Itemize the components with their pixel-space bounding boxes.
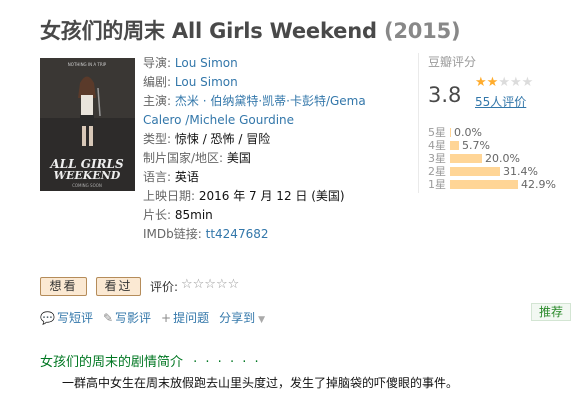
country-row: 制片国家/地区: 美国 [143, 149, 413, 168]
page-title: 女孩们的周末 All Girls Weekend (2015) [40, 15, 461, 45]
my-rating-stars[interactable]: ☆☆☆☆☆ [181, 277, 239, 292]
rating-label: 豆瓣评分 [428, 55, 477, 69]
poster-footer: COMING SOON [72, 183, 102, 188]
write-short-review-link[interactable]: 💬 写短评 [40, 309, 93, 326]
release-row: 上映日期: 2016 年 7 月 12 日 (美国) [143, 187, 413, 206]
cast-label: 主演: [143, 94, 172, 108]
share-link[interactable]: 分享到 ▼ [219, 309, 265, 326]
star-empty-icon: ★ [498, 75, 510, 90]
write-review-link[interactable]: ✎ 写影评 [103, 309, 151, 326]
comment-icon: 💬 [40, 311, 55, 325]
genre-row: 类型: 惊悚 / 恐怖 / 冒险 [143, 130, 413, 149]
synopsis-text: 一群高中女生在周末放假跑去山里头度过，发生了掉脑袋的吓傻眼的事件。 [62, 376, 459, 390]
rating-panel: 豆瓣评分 3.8 ★★★★★ 55人评价 5星 0.0% 4星 5.7% 3星 20.0%… [418, 53, 568, 193]
poster-tagline: NOTHING IN A TRIP [68, 62, 107, 67]
rating-bar-percent: 20.0% [485, 151, 520, 165]
rating-bar-fill [450, 153, 482, 163]
star-filled-icon: ★ [486, 75, 499, 90]
star-empty-icon: ★ [521, 75, 534, 90]
rating-bar-label: 1星 [428, 178, 446, 191]
star-empty-icon: ★ [509, 75, 522, 90]
share-label: 分享到 [219, 311, 256, 325]
cast-link[interactable]: 杰米 · 伯纳黛特·凯蒂·卡彭特/Gema [175, 94, 366, 108]
movie-info: 导演: Lou Simon 编剧: Lou Simon 主演: 杰米 · 伯纳黛… [143, 54, 413, 244]
watched-button[interactable]: 看过 [96, 277, 141, 296]
director-row: 导演: Lou Simon [143, 54, 413, 73]
movie-title: 女孩们的周末 All Girls Weekend [40, 19, 377, 43]
runtime-value: 85min [174, 208, 213, 222]
rating-bar-percent: 42.9% [521, 177, 556, 191]
rating-bar-fill [450, 179, 518, 189]
poster-title-line2: WEEKEND [54, 169, 121, 182]
director-label: 导演: [143, 56, 172, 70]
chevron-down-icon: ▼ [258, 315, 266, 325]
synopsis-dots: · · · · · · [193, 355, 261, 370]
movie-poster[interactable]: NOTHING IN A TRIP ALL GIRLS WEEKEND COMI… [40, 58, 135, 191]
rating-stars-icon: ★★★★★ [475, 75, 533, 90]
writer-row: 编剧: Lou Simon [143, 73, 413, 92]
synopsis-heading: 女孩们的周末的剧情简介 · · · · · · [40, 351, 261, 370]
runtime-row: 片长: 85min [143, 206, 413, 225]
rating-bar-fill [450, 127, 451, 137]
plus-icon: + [161, 311, 172, 325]
rating-bar-row: 1星 42.9% [428, 177, 556, 192]
genre-label: 类型: [143, 132, 172, 146]
cast-row-continued: Calero /Michele Gourdine [143, 111, 413, 130]
language-value: 英语 [174, 170, 199, 184]
country-value: 美国 [226, 151, 251, 165]
release-label: 上映日期: [143, 189, 196, 203]
cast-link-continued[interactable]: Calero /Michele Gourdine [143, 113, 294, 127]
my-rating-label: 评价: [150, 280, 179, 294]
language-label: 语言: [143, 170, 172, 184]
want-to-watch-button[interactable]: 想看 [40, 277, 87, 296]
release-value: 2016 年 7 月 12 日 (美国) [198, 189, 345, 203]
imdb-label: IMDb链接: [143, 227, 202, 241]
write-short-review-label: 写短评 [56, 311, 93, 325]
cast-row: 主演: 杰米 · 伯纳黛特·凯蒂·卡彭特/Gema [143, 92, 413, 111]
imdb-link[interactable]: tt4247682 [206, 227, 269, 241]
write-review-label: 写影评 [115, 311, 152, 325]
runtime-label: 片长: [143, 208, 172, 222]
synopsis-title: 女孩们的周末的剧情简介 [40, 355, 184, 370]
recommend-button[interactable]: 推荐 [531, 303, 571, 321]
country-label: 制片国家/地区: [143, 151, 224, 165]
star-filled-icon: ★ [475, 75, 487, 90]
rating-score: 3.8 [428, 83, 462, 107]
ask-question-label: 提问题 [173, 311, 210, 325]
rating-bar-fill [450, 166, 500, 176]
rating-distribution: 5星 0.0% 4星 5.7% 3星 20.0% 2星 31.4% 1星 42.9% [428, 125, 556, 192]
rating-bar-percent: 31.4% [503, 164, 538, 178]
writer-link[interactable]: Lou Simon [175, 75, 238, 89]
action-bar: 💬 写短评 ✎ 写影评 + 提问题 分享到 ▼ [40, 309, 265, 326]
writer-label: 编剧: [143, 75, 172, 89]
language-row: 语言: 英语 [143, 168, 413, 187]
rating-votes-link[interactable]: 55人评价 [475, 93, 526, 110]
movie-year: (2015) [383, 19, 461, 43]
rating-bar-percent: 5.7% [462, 138, 490, 152]
director-link[interactable]: Lou Simon [175, 56, 238, 70]
imdb-row: IMDb链接: tt4247682 [143, 225, 413, 244]
rating-bar-percent: 0.0% [454, 125, 482, 139]
ask-question-link[interactable]: + 提问题 [161, 309, 209, 326]
genre-value: 惊悚 / 恐怖 / 冒险 [174, 132, 271, 146]
rating-bar-fill [450, 140, 459, 150]
pencil-icon: ✎ [102, 311, 114, 325]
